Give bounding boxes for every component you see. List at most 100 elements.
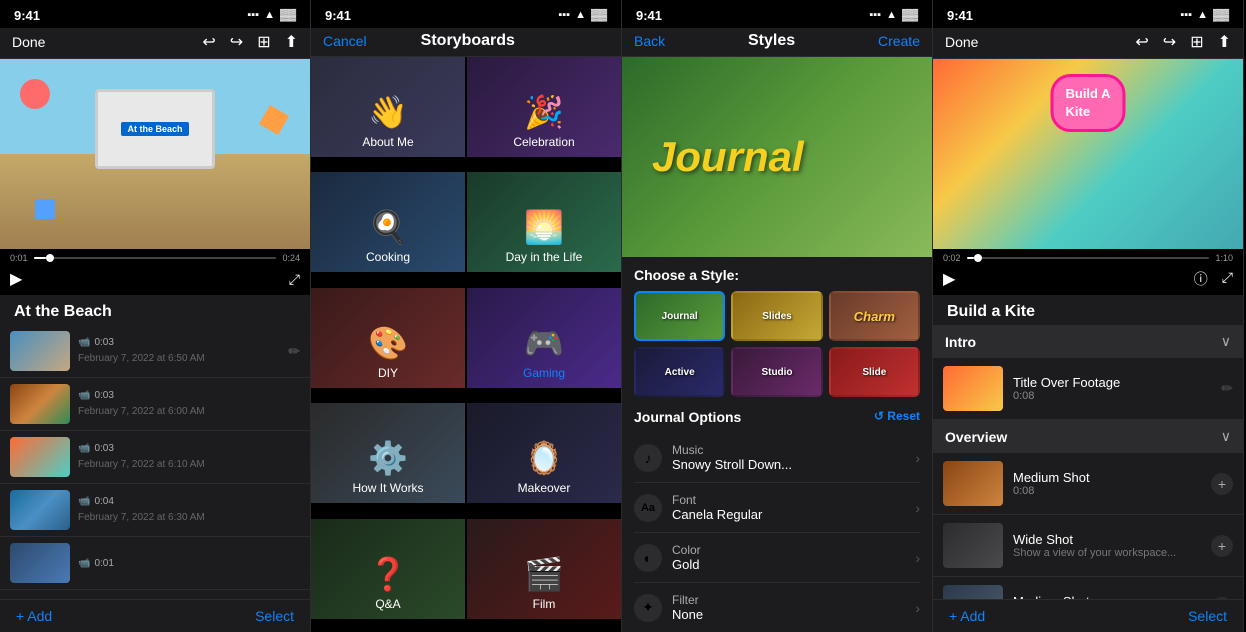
shot-medium-2[interactable]: Medium Shot What makes this project spec… [933,577,1243,599]
shot-wide[interactable]: Wide Shot Show a view of your workspace.… [933,515,1243,577]
redo-icon-4[interactable]: ↪ [1163,32,1176,52]
beach-monitor: At the Beach [95,89,215,169]
clip-info-5: 📹 0:01 [78,558,300,569]
storyboard-grid: 👋 About Me 🎉 Celebration 🍳 Cooking 🌅 Day… [311,57,621,632]
clip-item-2[interactable]: 📹 0:03 February 7, 2022 at 6:00 AM [0,378,310,431]
undo-icon-1[interactable]: ↩ [202,32,215,52]
undo-icon-4[interactable]: ↩ [1135,32,1148,52]
shot-title-footage[interactable]: Title Over Footage 0:08 ✏ [933,358,1243,420]
style-slides[interactable]: Slides [731,291,822,341]
timeline-progress-4 [967,257,974,259]
storyboard-day-in-life[interactable]: 🌅 Day in the Life [467,172,621,272]
time-end-4: 1:10 [1215,253,1233,263]
nav-bar-1: Done ↩ ↪ ⊞ ⬆ [0,28,310,59]
playback-row-1: ▶ ⤢ [10,267,300,291]
play-button-4[interactable]: ▶ [943,269,955,289]
status-bar-2: 9:41 ▪▪▪ ▲ ▓▓ [311,0,621,28]
redo-icon-1[interactable]: ↪ [230,32,243,52]
timeline-track-1[interactable] [34,257,277,259]
storyboard-makeover[interactable]: 🪞 Makeover [467,403,621,503]
play-button-1[interactable]: ▶ [10,269,22,289]
timeline-track-4[interactable] [967,257,1210,259]
timeline-dot-4 [974,254,982,262]
style-studio[interactable]: Studio [731,347,822,397]
share-icon-1[interactable]: ⬆ [285,32,298,52]
reset-button[interactable]: ↺ Reset [874,409,920,425]
info-button-4[interactable]: ⓘ [1194,269,1208,289]
shot-add-medium1[interactable]: + [1211,473,1233,495]
clip-duration-1: 0:03 [94,337,113,348]
phone-build-kite: 9:41 ▪▪▪ ▲ ▓▓ Done ↩ ↪ ⊞ ⬆ Build AKite 0… [933,0,1244,632]
status-time-2: 9:41 [325,8,351,23]
style-active[interactable]: Active [634,347,725,397]
add-button-4[interactable]: + Add [949,608,985,624]
storyboard-how-it-works[interactable]: ⚙️ How It Works [311,403,465,503]
clip-item-4[interactable]: 📹 0:04 February 7, 2022 at 6:30 AM [0,484,310,537]
filter-icon: ✦ [634,594,662,622]
celebration-label: Celebration [513,135,574,149]
option-filter-value: None [672,607,915,622]
phone-styles: 9:41 ▪▪▪ ▲ ▓▓ Back Styles Create Journal… [622,0,933,632]
status-icons-1: ▪▪▪ ▲ ▓▓ [247,9,296,21]
option-color[interactable]: ◐ Color Gold › [634,533,920,583]
overview-title: Overview [945,429,1007,445]
style-slide-label: Slide [862,367,886,378]
section-header-intro[interactable]: Intro ∨ [933,325,1243,358]
back-button-3[interactable]: Back [634,33,665,49]
day-label: Day in the Life [506,250,583,264]
share-icon-4[interactable]: ⬆ [1218,32,1231,52]
style-slide[interactable]: Slide [829,347,920,397]
shot-desc-wide: Show a view of your workspace... [1013,547,1201,559]
about-label: About Me [362,135,413,149]
storyboard-diy[interactable]: 🎨 DIY [311,288,465,388]
bottom-bar-1: + Add Select [0,599,310,632]
option-font[interactable]: Aa Font Canela Regular › [634,483,920,533]
celebration-icon: 🎉 [524,93,564,131]
color-icon: ◐ [634,544,662,572]
shot-add-wide[interactable]: + [1211,535,1233,557]
style-charm[interactable]: Charm [829,291,920,341]
shot-medium-1[interactable]: Medium Shot 0:08 + [933,453,1243,515]
storyboard-qa[interactable]: ❓ Q&A [311,519,465,619]
storyboard-film[interactable]: 🎬 Film [467,519,621,619]
status-icons-4: ▪▪▪ ▲ ▓▓ [1180,9,1229,21]
storyboard-about-me[interactable]: 👋 About Me [311,57,465,157]
option-filter-details: Filter None [672,593,915,622]
select-button-4[interactable]: Select [1188,608,1227,624]
film-icon: 🎬 [524,555,564,593]
storyboard-gaming[interactable]: 🎮 Gaming [467,288,621,388]
kite-title-text: Build AKite [1065,86,1110,119]
clip-item-1[interactable]: 📹 0:03 February 7, 2022 at 6:50 AM ✏ [0,325,310,378]
fullscreen-button-1[interactable]: ⤢ [289,271,300,288]
style-journal[interactable]: Journal [634,291,725,341]
clip-item-5[interactable]: 📹 0:01 [0,537,310,590]
option-music[interactable]: ♪ Music Snowy Stroll Down... › [634,433,920,483]
signal-icon-2: ▪▪▪ [558,9,570,21]
option-music-value: Snowy Stroll Down... [672,457,915,472]
option-font-key: Font [672,493,915,507]
qa-icon: ❓ [368,555,408,593]
clip-item-3[interactable]: 📹 0:03 February 7, 2022 at 6:10 AM [0,431,310,484]
cooking-label: Cooking [366,250,410,264]
done-button-4[interactable]: Done [945,34,978,50]
clip-video-icon-1: 📹 [78,337,90,348]
beach-label: At the Beach [121,122,188,136]
fullscreen-button-4[interactable]: ⤢ [1222,269,1233,289]
music-icon: ♪ [634,444,662,472]
day-icon: 🌅 [524,208,564,246]
storyboard-cooking[interactable]: 🍳 Cooking [311,172,465,272]
styles-preview: Journal [622,57,932,257]
select-button-1[interactable]: Select [255,608,294,624]
create-button-3[interactable]: Create [878,33,920,49]
section-header-overview[interactable]: Overview ∨ [933,420,1243,453]
option-filter[interactable]: ✦ Filter None › [634,583,920,632]
storyboard-icon-4[interactable]: ⊞ [1190,32,1203,52]
done-button-1[interactable]: Done [12,34,45,50]
cancel-button-2[interactable]: Cancel [323,33,367,49]
status-icons-2: ▪▪▪ ▲ ▓▓ [558,9,607,21]
storyboard-icon-1[interactable]: ⊞ [257,32,270,52]
add-button-1[interactable]: + Add [16,608,52,624]
shot-edit-intro[interactable]: ✏ [1221,380,1233,397]
clip-edit-1[interactable]: ✏ [288,343,300,360]
storyboard-celebration[interactable]: 🎉 Celebration [467,57,621,157]
